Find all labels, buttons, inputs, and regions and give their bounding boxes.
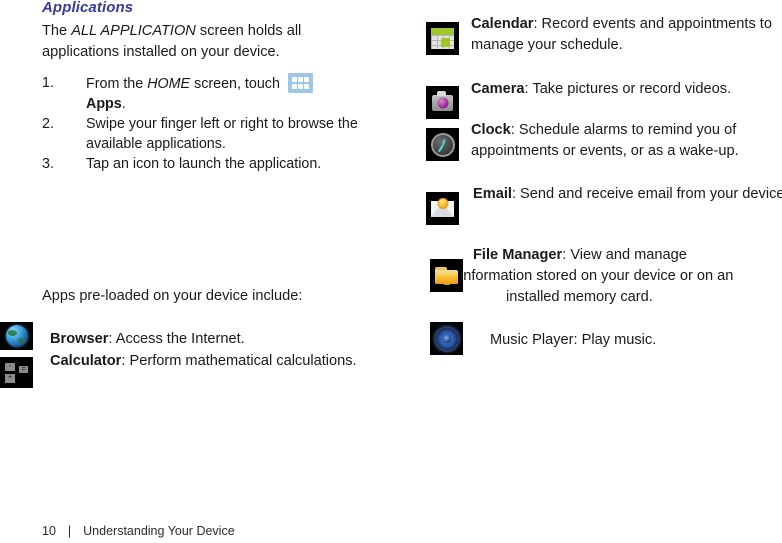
camera-glyph [432,91,453,111]
page-title: Applications [42,0,134,16]
intro-text-before: The [42,23,72,39]
step-text-part1: From the [86,76,148,92]
step-bold-tail: Apps [86,96,122,112]
email-desc-text: : Send and receive email from your devic… [511,186,782,202]
calendar-description: Calendar: Record events and appointments… [471,14,782,56]
list-item: 1. From the HOME screen, touch Apps. [42,73,390,114]
intro-emphasis: ALL APPLICATION [71,23,196,39]
calculator-desc-text: : Perform mathematical calculations. [121,353,357,369]
camera-icon[interactable] [426,86,459,119]
clock-minute-hand [437,144,443,152]
folder-glyph [435,267,458,285]
envelope-glyph [431,198,454,217]
calculator-equals-key: = [19,366,28,373]
browser-globe-icon[interactable] [0,322,33,350]
calculator-keys: - = + [0,357,33,388]
globe-glyph [5,325,28,347]
browser-description: Browser: Access the Internet. [50,329,395,350]
music-player-icon[interactable] [430,322,463,355]
music-player-desc-text: : Play music. [573,332,657,348]
calendar-marker [441,38,450,47]
file-manager-line3: installed memory card. [506,289,653,305]
file-manager-name: File Manager [473,247,563,263]
calculator-icon[interactable]: - = + [0,357,33,388]
right-column: Calendar: Record events and appointments… [420,0,782,543]
footer-section-title: Understanding Your Device [83,524,235,538]
calendar-glyph [431,28,454,49]
browser-name: Browser [50,331,109,347]
speaker-glyph [433,325,460,352]
step-text: Tap an icon to launch the application. [86,156,322,172]
calendar-icon[interactable] [426,22,459,55]
email-icon[interactable] [426,192,459,225]
calculator-name: Calculator [50,353,122,369]
steps-list: 1. From the HOME screen, touch Apps. 2. Sw… [42,73,390,174]
manual-page: Applications The ALL APPLICATION screen … [0,0,782,543]
step-text-part2: screen, touch [190,76,284,92]
step-tail-period: . [121,96,126,112]
camera-description: Camera: Take pictures or record videos. [471,79,782,100]
step-number: 2. [42,116,54,132]
calendar-header-bar [431,28,454,35]
calculator-plus-key: + [5,374,15,383]
email-description: Email: Send and receive email from your … [473,184,782,205]
file-manager-icon[interactable] [430,259,463,292]
list-item: 2. Swipe your finger left or right to bro… [42,114,390,154]
step-emphasis: HOME [147,76,191,92]
clock-icon[interactable] [426,128,459,161]
intro-paragraph: The ALL APPLICATION screen holds all app… [42,21,352,63]
step-text: Swipe your finger left or right to brows… [86,116,358,152]
email-name: Email [473,186,512,202]
clock-glyph [430,132,455,157]
preloaded-apps-label: Apps pre-loaded on your device include: [42,288,303,304]
file-manager-description: File Manager: View and manage information… [460,245,782,308]
page-footer: 10 | Understanding Your Device [42,523,235,539]
camera-desc-text: : Take pictures or record videos. [524,81,732,97]
camera-name: Camera [471,81,525,97]
music-player-description: Music Player: Play music. [490,330,782,351]
browser-desc-text: : Access the Internet. [108,331,245,347]
envelope-seal [437,198,448,209]
left-column: Applications The ALL APPLICATION screen … [0,0,400,543]
calculator-description: Calculator: Perform mathematical calcula… [50,351,395,372]
clock-name: Clock [471,122,511,138]
step-number: 3. [42,156,54,172]
apps-grid-icon[interactable] [287,73,313,93]
calendar-name: Calendar [471,16,534,32]
file-manager-line2: information stored on your device or on … [460,268,734,284]
step-number: 1. [42,75,54,91]
file-manager-line1: : View and manage [562,247,687,263]
clock-desc-text: : Schedule alarms to remind you of appoi… [471,122,739,159]
calculator-minus-key: - [5,363,15,371]
clock-description: Clock: Schedule alarms to remind you of … [471,120,782,162]
list-item: 3. Tap an icon to launch the application. [42,154,390,174]
music-player-name: Music Player [490,332,574,348]
footer-separator: | [67,524,72,538]
folder-front [436,274,458,284]
camera-lens [437,97,448,109]
footer-page-number: 10 [42,524,56,538]
